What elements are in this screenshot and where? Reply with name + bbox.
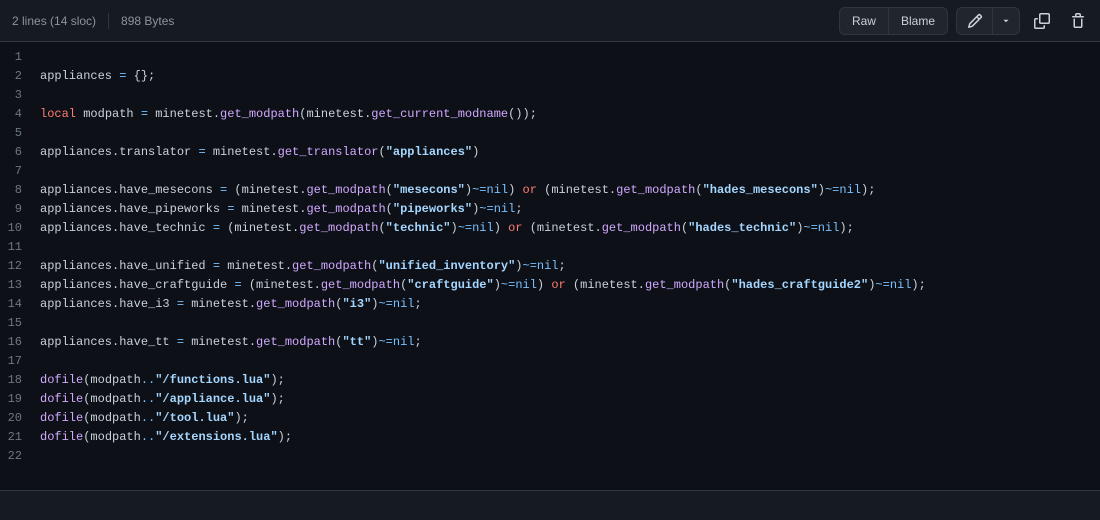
- line-number[interactable]: 22: [0, 447, 34, 466]
- line-number[interactable]: 20: [0, 409, 34, 428]
- code-content: appliances.have_i3 = minetest.get_modpat…: [34, 295, 1100, 314]
- code-content: appliances.have_pipeworks = minetest.get…: [34, 200, 1100, 219]
- code-line[interactable]: 13appliances.have_craftguide = (minetest…: [0, 276, 1100, 295]
- code-line[interactable]: 3: [0, 86, 1100, 105]
- raw-blame-group: Raw Blame: [839, 7, 948, 35]
- line-number[interactable]: 11: [0, 238, 34, 257]
- code-content: appliances.have_technic = (minetest.get_…: [34, 219, 1100, 238]
- code-line[interactable]: 9appliances.have_pipeworks = minetest.ge…: [0, 200, 1100, 219]
- code-line[interactable]: 1: [0, 48, 1100, 67]
- code-line[interactable]: 4local modpath = minetest.get_modpath(mi…: [0, 105, 1100, 124]
- edit-dropdown-button[interactable]: [992, 7, 1020, 35]
- line-number[interactable]: 16: [0, 333, 34, 352]
- code-line[interactable]: 7: [0, 162, 1100, 181]
- code-content: appliances.have_unified = minetest.get_m…: [34, 257, 1100, 276]
- file-stats: 2 lines (14 sloc) 898 Bytes: [12, 13, 174, 29]
- code-content: [34, 48, 1100, 67]
- code-view[interactable]: 1 2appliances = {};3 4local modpath = mi…: [0, 42, 1100, 466]
- code-content: dofile(modpath.."/appliance.lua");: [34, 390, 1100, 409]
- code-line[interactable]: 11: [0, 238, 1100, 257]
- divider: [108, 13, 109, 29]
- edit-button[interactable]: [956, 7, 992, 35]
- line-number[interactable]: 1: [0, 48, 34, 67]
- copy-button[interactable]: [1028, 7, 1056, 35]
- code-line[interactable]: 16appliances.have_tt = minetest.get_modp…: [0, 333, 1100, 352]
- file-size: 898 Bytes: [121, 14, 174, 28]
- code-line[interactable]: 8appliances.have_mesecons = (minetest.ge…: [0, 181, 1100, 200]
- line-number[interactable]: 5: [0, 124, 34, 143]
- line-number[interactable]: 19: [0, 390, 34, 409]
- line-number[interactable]: 9: [0, 200, 34, 219]
- footer-bar: [0, 490, 1100, 520]
- code-line[interactable]: 6appliances.translator = minetest.get_tr…: [0, 143, 1100, 162]
- code-content: [34, 124, 1100, 143]
- line-number[interactable]: 2: [0, 67, 34, 86]
- caret-down-icon: [1001, 16, 1011, 26]
- line-number[interactable]: 3: [0, 86, 34, 105]
- line-number[interactable]: 17: [0, 352, 34, 371]
- code-content: [34, 447, 1100, 466]
- code-line[interactable]: 19dofile(modpath.."/appliance.lua");: [0, 390, 1100, 409]
- line-number[interactable]: 7: [0, 162, 34, 181]
- line-number[interactable]: 13: [0, 276, 34, 295]
- code-content: [34, 86, 1100, 105]
- code-line[interactable]: 17: [0, 352, 1100, 371]
- line-number[interactable]: 21: [0, 428, 34, 447]
- code-line[interactable]: 10appliances.have_technic = (minetest.ge…: [0, 219, 1100, 238]
- code-line[interactable]: 20dofile(modpath.."/tool.lua");: [0, 409, 1100, 428]
- line-number[interactable]: 10: [0, 219, 34, 238]
- line-number[interactable]: 14: [0, 295, 34, 314]
- code-line[interactable]: 22: [0, 447, 1100, 466]
- code-content: [34, 314, 1100, 333]
- trash-icon: [1070, 13, 1086, 29]
- file-header-bar: 2 lines (14 sloc) 898 Bytes Raw Blame: [0, 0, 1100, 42]
- delete-button[interactable]: [1064, 7, 1092, 35]
- blame-button[interactable]: Blame: [888, 7, 948, 35]
- code-line[interactable]: 2appliances = {};: [0, 67, 1100, 86]
- line-number[interactable]: 8: [0, 181, 34, 200]
- code-content: appliances = {};: [34, 67, 1100, 86]
- code-content: local modpath = minetest.get_modpath(min…: [34, 105, 1100, 124]
- code-content: appliances.translator = minetest.get_tra…: [34, 143, 1100, 162]
- copy-icon: [1034, 13, 1050, 29]
- code-line[interactable]: 5: [0, 124, 1100, 143]
- pencil-icon: [967, 13, 983, 29]
- line-number[interactable]: 4: [0, 105, 34, 124]
- file-actions: Raw Blame: [839, 7, 1092, 35]
- code-line[interactable]: 12appliances.have_unified = minetest.get…: [0, 257, 1100, 276]
- code-content: [34, 238, 1100, 257]
- code-content: [34, 352, 1100, 371]
- code-content: appliances.have_craftguide = (minetest.g…: [34, 276, 1100, 295]
- line-count: 2 lines (14 sloc): [12, 14, 96, 28]
- code-content: appliances.have_mesecons = (minetest.get…: [34, 181, 1100, 200]
- line-number[interactable]: 18: [0, 371, 34, 390]
- edit-group: [956, 7, 1020, 35]
- code-line[interactable]: 18dofile(modpath.."/functions.lua");: [0, 371, 1100, 390]
- code-content: appliances.have_tt = minetest.get_modpat…: [34, 333, 1100, 352]
- code-content: [34, 162, 1100, 181]
- code-content: dofile(modpath.."/functions.lua");: [34, 371, 1100, 390]
- raw-button[interactable]: Raw: [839, 7, 888, 35]
- code-line[interactable]: 21dofile(modpath.."/extensions.lua");: [0, 428, 1100, 447]
- line-number[interactable]: 6: [0, 143, 34, 162]
- code-line[interactable]: 15: [0, 314, 1100, 333]
- line-number[interactable]: 12: [0, 257, 34, 276]
- code-line[interactable]: 14appliances.have_i3 = minetest.get_modp…: [0, 295, 1100, 314]
- line-number[interactable]: 15: [0, 314, 34, 333]
- code-content: dofile(modpath.."/extensions.lua");: [34, 428, 1100, 447]
- code-content: dofile(modpath.."/tool.lua");: [34, 409, 1100, 428]
